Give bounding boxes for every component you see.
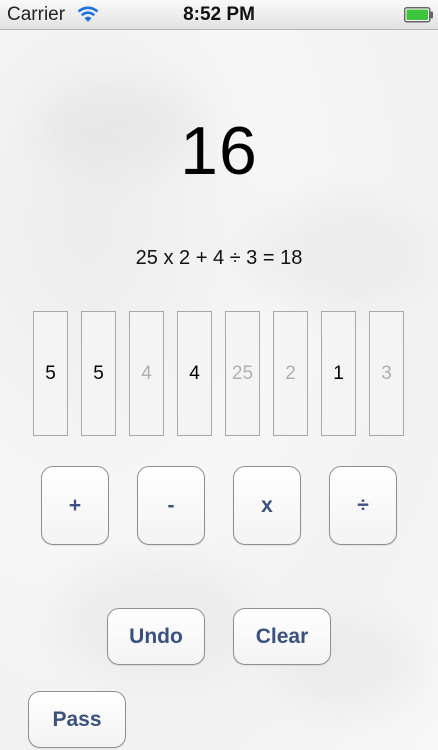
plus-button[interactable]: + — [41, 466, 109, 545]
multiply-button[interactable]: x — [233, 466, 301, 545]
number-tile[interactable]: 2 — [273, 311, 308, 436]
battery-icon — [404, 7, 434, 28]
clear-button[interactable]: Clear — [233, 608, 331, 665]
status-bar: Carrier 8:52 PM — [0, 0, 438, 30]
number-tile[interactable]: 1 — [321, 311, 356, 436]
number-tile[interactable]: 25 — [225, 311, 260, 436]
number-tile[interactable]: 5 — [81, 311, 116, 436]
number-tile[interactable]: 4 — [177, 311, 212, 436]
number-tile[interactable]: 4 — [129, 311, 164, 436]
number-tile[interactable]: 3 — [369, 311, 404, 436]
minus-button[interactable]: - — [137, 466, 205, 545]
number-tile[interactable]: 5 — [33, 311, 68, 436]
pass-button[interactable]: Pass — [28, 691, 126, 748]
equation-display: 25 x 2 + 4 ÷ 3 = 18 — [135, 247, 303, 269]
undo-button[interactable]: Undo — [107, 608, 205, 665]
divide-button[interactable]: ÷ — [329, 466, 397, 545]
clock: 8:52 PM — [183, 4, 255, 25]
target-number: 16 — [180, 113, 258, 189]
